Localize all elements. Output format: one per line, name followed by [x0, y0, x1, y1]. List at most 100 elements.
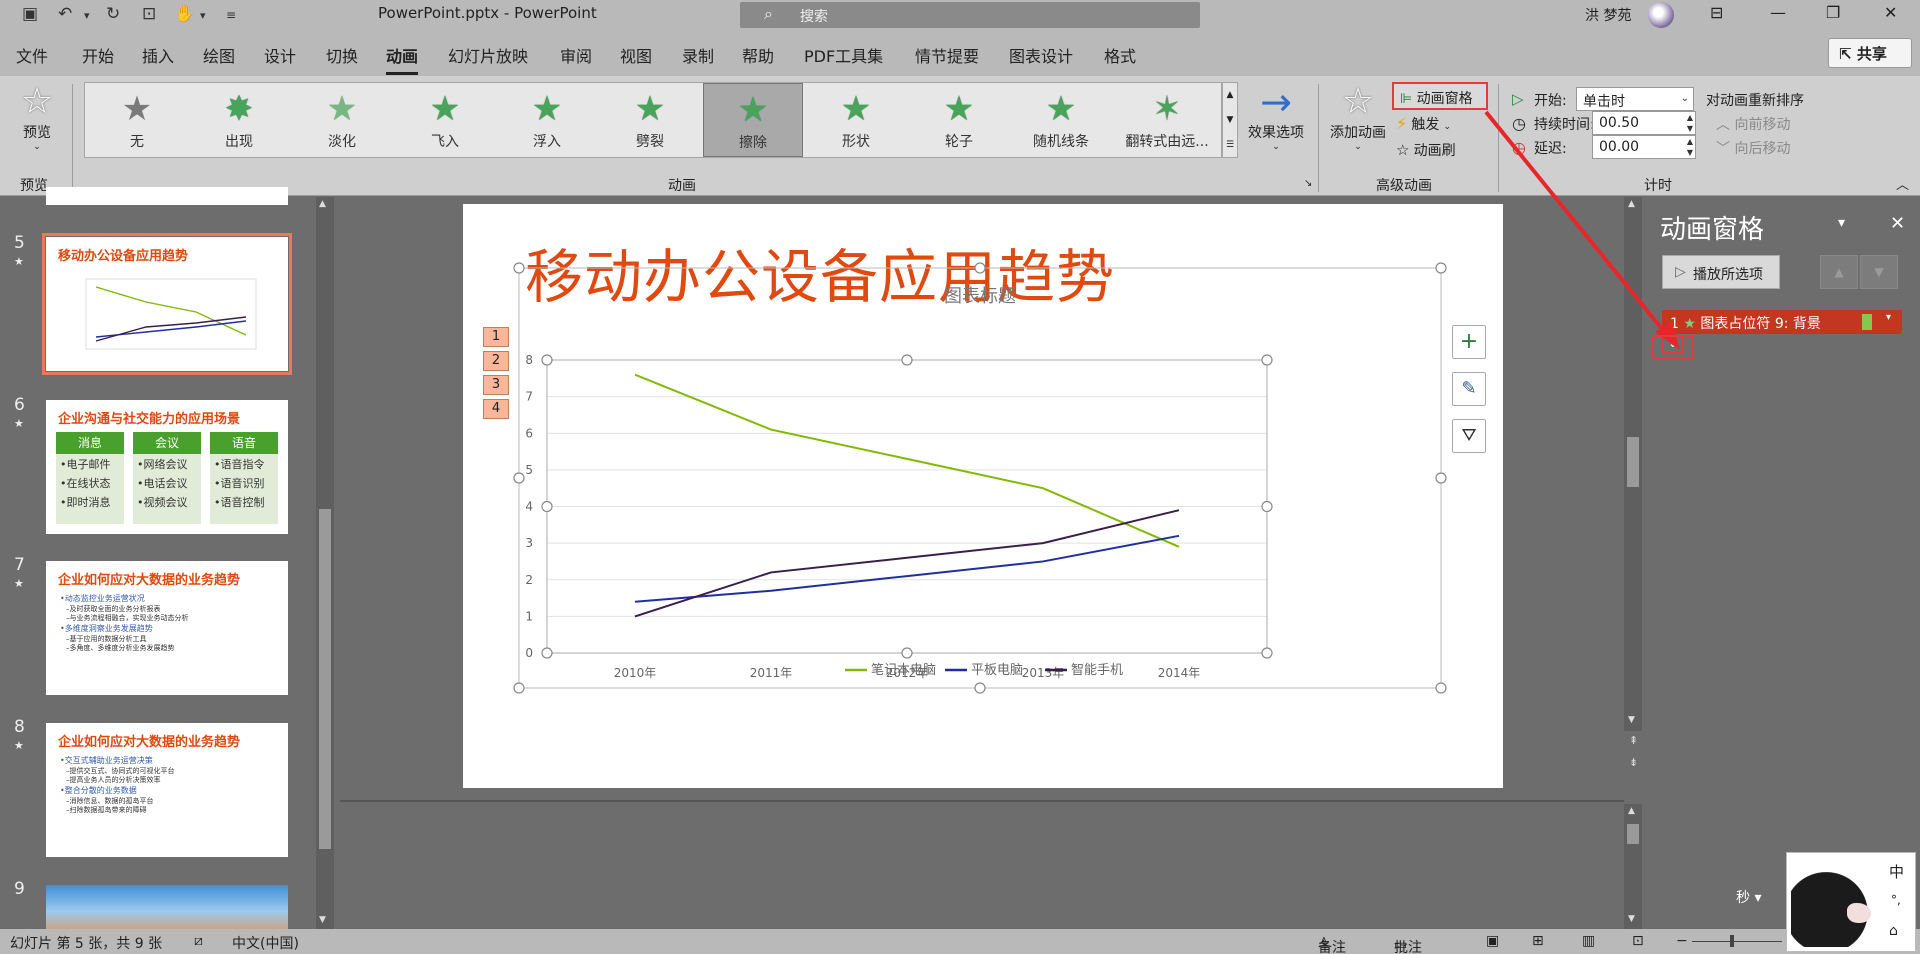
tab-design[interactable]: 设计 [264, 43, 296, 67]
scroll-down-icon[interactable]: ▼ [1628, 715, 1635, 725]
delay-spin-icon[interactable]: ▲ ▼ [1687, 136, 1693, 158]
slide-thumbnail-5[interactable]: 移动办公设备应用趋势 [42, 233, 292, 375]
anim-none[interactable]: ★ 无 [87, 83, 187, 157]
scroll-thumb[interactable] [1627, 824, 1639, 844]
pane-options-icon[interactable]: ▾ [1838, 215, 1845, 231]
anim-fade[interactable]: ★ 淡化 [292, 83, 392, 157]
expand-contents-button[interactable]: ⌄ [1662, 335, 1684, 353]
animation-tag-2[interactable]: 2 [483, 351, 509, 371]
scroll-up-icon[interactable]: ▲ [1628, 806, 1635, 816]
previous-slide-icon[interactable]: ⇞ [1629, 734, 1638, 747]
anim-wipe[interactable]: ★ 擦除 [703, 83, 803, 157]
tab-review[interactable]: 审阅 [560, 43, 592, 67]
start-select[interactable]: 单击时 ⌄ [1576, 87, 1694, 111]
ime-punctuation[interactable]: °, [1891, 893, 1901, 907]
tab-chart-design[interactable]: 图表设计 [1009, 43, 1073, 67]
move-up-button[interactable]: ▲ [1820, 255, 1858, 289]
notes-scrollbar[interactable]: ▲ ▼ [1624, 804, 1642, 929]
tab-draw[interactable]: 绘图 [203, 43, 235, 67]
tab-view[interactable]: 视图 [620, 43, 652, 67]
slide-canvas[interactable]: 移动办公设备应用趋势 图表标题 0 1 2 3 4 5 6 7 8 2010年 2011年 2012年 2… [463, 204, 1503, 788]
avatar[interactable] [1648, 2, 1674, 28]
user-name[interactable]: 洪 梦苑 [1585, 5, 1631, 25]
add-animation-button[interactable]: ☆ 添加动画 ⌄ [1326, 82, 1390, 162]
move-down-button[interactable]: ▼ [1860, 255, 1898, 289]
accessibility-icon[interactable]: ⧄ [194, 933, 203, 949]
maximize-icon[interactable]: ❐ [1826, 3, 1840, 22]
collapse-ribbon-icon[interactable]: ︿ [1896, 174, 1909, 193]
slideshow-view-icon[interactable]: ⊡ [1632, 933, 1644, 949]
animation-tag-3[interactable]: 3 [483, 375, 509, 395]
gallery-more-icon[interactable]: ☰ [1223, 133, 1237, 158]
anim-shape[interactable]: ★ 形状 [806, 83, 906, 157]
animation-pane-button[interactable]: ⊫ 动画窗格 [1392, 82, 1488, 110]
preview-button[interactable]: ☆ 预览 ⌄ [12, 82, 62, 162]
anim-appear[interactable]: ✸ 出现 [189, 83, 289, 157]
tab-pdf-tools[interactable]: PDF工具集 [804, 43, 883, 67]
tab-help[interactable]: 帮助 [742, 43, 774, 67]
touch-dropdown-icon[interactable]: ▾ [200, 9, 206, 22]
ime-toolbar[interactable]: 中 °, ⌂ [1786, 852, 1916, 952]
zoom-slider[interactable] [1692, 941, 1782, 942]
minimize-icon[interactable]: — [1770, 3, 1786, 22]
close-icon[interactable]: ✕ [1884, 3, 1897, 22]
tab-storyboard[interactable]: 情节提要 [915, 43, 979, 67]
tab-transitions[interactable]: 切换 [326, 43, 358, 67]
gallery-down-icon[interactable]: ▼ [1223, 108, 1237, 133]
reading-view-icon[interactable]: ▥ [1582, 933, 1595, 949]
chart-filters-button[interactable]: ⛛ [1452, 419, 1486, 453]
redo-icon[interactable]: ↻ [106, 4, 120, 24]
scroll-down-icon[interactable]: ▼ [319, 915, 326, 925]
next-slide-icon[interactable]: ⇟ [1629, 756, 1638, 769]
gallery-scroll[interactable]: ▲ ▼ ☰ [1222, 82, 1238, 158]
slide-thumbnail-6[interactable]: 企业沟通与社交能力的应用场景 消息 •电子邮件 •在线状态 •即时消息 会议 •… [46, 400, 288, 534]
gallery-up-icon[interactable]: ▲ [1223, 83, 1237, 108]
normal-view-icon[interactable]: ▣ [1486, 933, 1499, 949]
anim-random-bars[interactable]: ★ 随机线条 [1011, 83, 1111, 157]
scroll-up-icon[interactable]: ▲ [319, 199, 326, 209]
line-chart[interactable]: 图表标题0123456782010年 2011年 2012年 2013年 2014年笔记… [463, 204, 1503, 788]
tab-insert[interactable]: 插入 [142, 43, 174, 67]
anim-wheel[interactable]: ★ 轮子 [909, 83, 1009, 157]
undo-icon[interactable]: ↶ [58, 4, 72, 24]
slide-scrollbar[interactable]: ▲ ▼ [1624, 197, 1642, 731]
scroll-thumb[interactable] [1627, 437, 1639, 487]
move-earlier-button[interactable]: ︿ 向前移动 [1716, 114, 1790, 134]
slide-sorter-icon[interactable]: ⊞ [1532, 933, 1544, 949]
tab-home[interactable]: 开始 [82, 43, 114, 67]
seconds-dropdown[interactable]: 秒 ▾ [1736, 887, 1761, 907]
scroll-thumb[interactable] [319, 509, 331, 849]
tab-file[interactable]: 文件 [16, 43, 48, 67]
duration-spin-icon[interactable]: ▲ ▼ [1687, 112, 1693, 134]
chart-styles-button[interactable]: ✎ [1452, 372, 1486, 406]
anim-float-in[interactable]: ★ 浮入 [497, 83, 597, 157]
duration-input[interactable]: 00.50 ▲ ▼ [1592, 111, 1696, 135]
pane-close-icon[interactable]: ✕ [1890, 213, 1905, 234]
animation-list-item[interactable]: 1 ★ 图表占位符 9: 背景 ▾ [1662, 310, 1902, 334]
save-icon[interactable]: ▣ [22, 4, 38, 24]
tab-animations[interactable]: 动画 [386, 43, 419, 75]
animation-painter-button[interactable]: ☆ 动画刷 [1396, 140, 1456, 160]
play-selected-button[interactable]: ▷ 播放所选项 [1662, 255, 1780, 289]
move-later-button[interactable]: ﹀ 向后移动 [1716, 138, 1790, 158]
thumbnails-scrollbar[interactable]: ▲ ▼ [316, 197, 334, 929]
slide-thumbnail-8[interactable]: 企业如何应对大数据的业务趋势 •交互式辅助业务运营决策 –提供交互式、协同式的可… [46, 723, 288, 857]
ime-settings-icon[interactable]: ⌂ [1889, 923, 1898, 939]
language-status[interactable]: 中文(中国) [232, 933, 299, 953]
delay-input[interactable]: 00.00 ▲ ▼ [1592, 135, 1696, 159]
zoom-out-icon[interactable]: − [1676, 933, 1688, 949]
touch-mode-icon[interactable]: ✋ [174, 4, 195, 24]
effect-options-button[interactable]: → 效果选项 ⌄ [1244, 82, 1308, 162]
slide-thumbnail-9[interactable] [46, 885, 288, 929]
share-button[interactable]: ⇱ 共享 [1828, 38, 1912, 68]
slide-thumbnail-7[interactable]: 企业如何应对大数据的业务趋势 •动态监控业务运营状况 –及时获取全面的业务分析报… [46, 561, 288, 695]
customize-qat-icon[interactable]: ≡ [226, 8, 236, 22]
zoom-slider-thumb[interactable] [1730, 935, 1734, 947]
animation-tag-1[interactable]: 1 [483, 327, 509, 347]
undo-dropdown-icon[interactable]: ▾ [84, 9, 90, 22]
scroll-down-icon[interactable]: ▼ [1628, 914, 1635, 924]
anim-split[interactable]: ★ 劈裂 [600, 83, 700, 157]
tab-slideshow[interactable]: 幻灯片放映 [448, 43, 528, 67]
ribbon-display-icon[interactable]: ⊟ [1710, 3, 1723, 22]
anim-grow-turn[interactable]: ✶ 翻转式由远... [1114, 83, 1220, 157]
